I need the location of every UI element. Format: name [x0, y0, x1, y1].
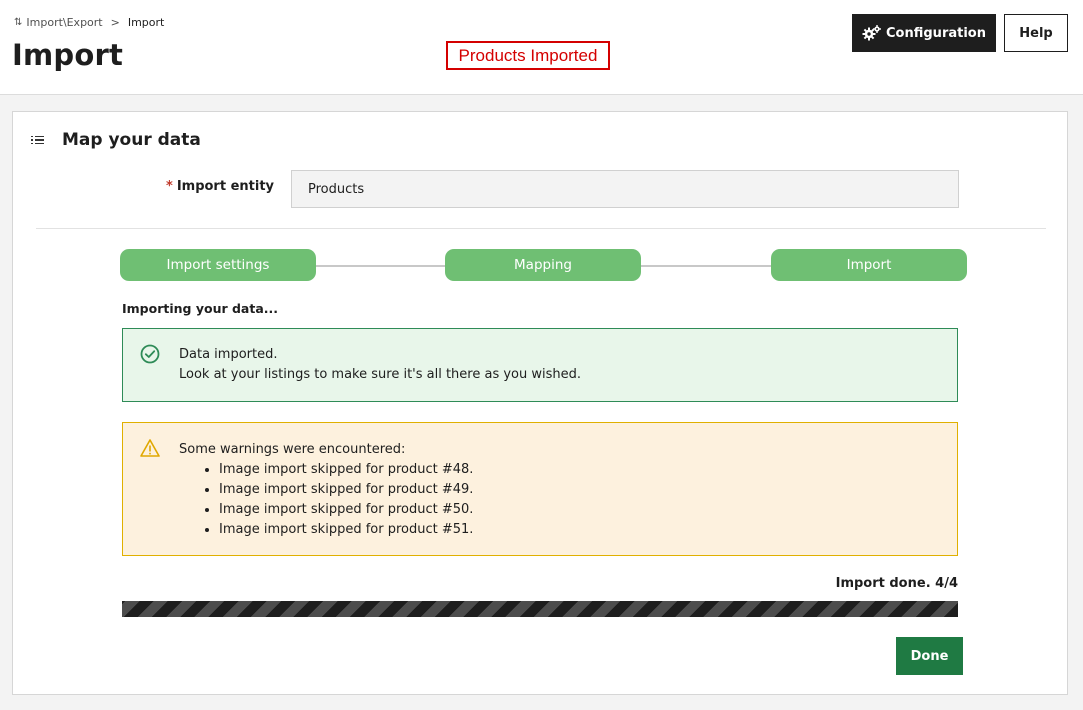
breadcrumb-current: Import — [127, 16, 165, 29]
success-alert: Data imported. Look at your listings to … — [122, 328, 958, 402]
import-entity-field[interactable]: Products — [291, 170, 959, 208]
breadcrumb-separator: > — [110, 16, 120, 29]
warning-list: Image import skipped for product #48. Im… — [179, 460, 473, 540]
step-connector — [315, 265, 445, 267]
card-title: Map your data — [62, 130, 201, 150]
list-icon — [31, 135, 45, 145]
required-marker: * — [166, 179, 173, 194]
warning-triangle-icon — [140, 438, 160, 462]
warning-item: Image import skipped for product #49. — [219, 480, 473, 500]
page-title: Import — [12, 38, 124, 72]
import-done-status: Import done. 4/4 — [835, 576, 958, 591]
warning-message: Some warnings were encountered: Image im… — [179, 440, 473, 540]
importing-heading: Importing your data... — [122, 301, 279, 316]
success-line-1: Data imported. — [179, 347, 278, 362]
configuration-button-label: Configuration — [886, 25, 986, 41]
map-data-card: Map your data * Import entity Products Im… — [12, 111, 1068, 695]
import-progress-fill — [122, 601, 958, 617]
step-import-settings[interactable]: Import settings — [120, 249, 316, 281]
warning-heading: Some warnings were encountered: — [179, 442, 406, 457]
products-imported-annotation: Products Imported — [446, 41, 610, 70]
warning-item: Image import skipped for product #50. — [219, 500, 473, 520]
success-message: Data imported. Look at your listings to … — [179, 345, 581, 385]
import-export-arrows-icon: ⇅ — [14, 17, 23, 28]
card-header: Map your data — [31, 130, 201, 150]
step-import[interactable]: Import — [771, 249, 967, 281]
configuration-button[interactable]: Configuration — [852, 14, 996, 52]
breadcrumb-parent-link[interactable]: Import\Export — [26, 16, 102, 29]
success-line-2: Look at your listings to make sure it's … — [179, 367, 582, 382]
breadcrumb: ⇅ Import\Export > Import — [14, 16, 164, 29]
page-header: ⇅ Import\Export > Import Import Products… — [0, 0, 1083, 95]
import-entity-label: * Import entity — [166, 179, 274, 194]
step-mapping[interactable]: Mapping — [445, 249, 641, 281]
check-circle-icon — [140, 344, 160, 368]
help-button[interactable]: Help — [1004, 14, 1068, 52]
divider — [36, 228, 1046, 229]
import-entity-label-text: Import entity — [176, 179, 275, 194]
warning-item: Image import skipped for product #51. — [219, 520, 473, 540]
gears-icon — [862, 25, 882, 41]
warning-item: Image import skipped for product #48. — [219, 460, 473, 480]
done-button[interactable]: Done — [896, 637, 963, 675]
warning-alert: Some warnings were encountered: Image im… — [122, 422, 958, 556]
step-connector — [641, 265, 771, 267]
import-progress-bar — [122, 601, 958, 617]
